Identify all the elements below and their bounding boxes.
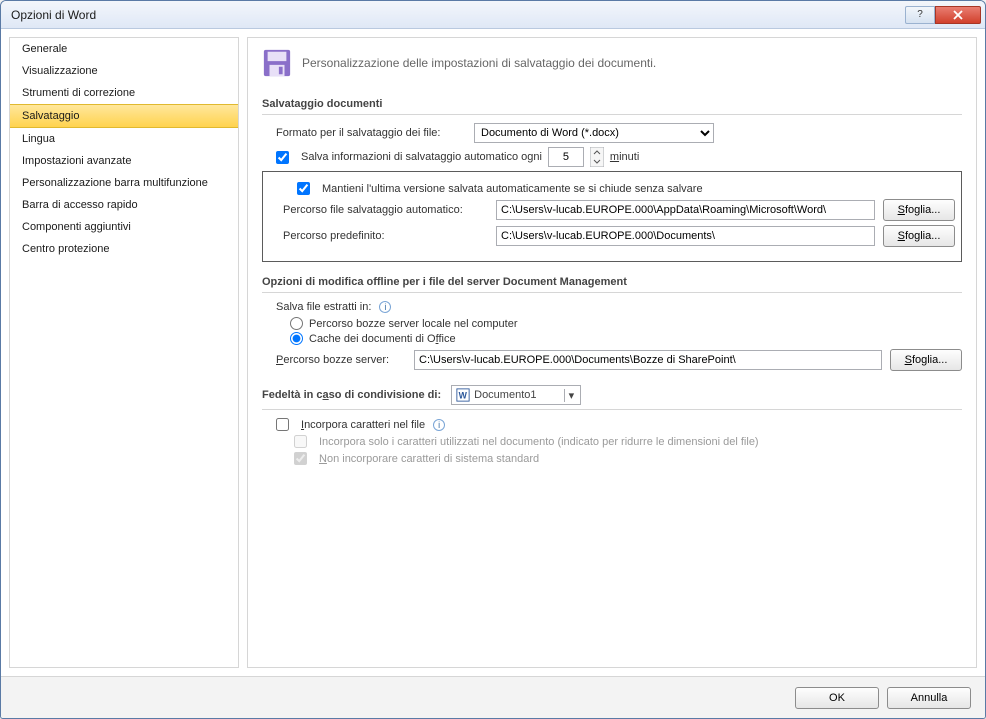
save-extracted-label: Salva file estratti in: bbox=[276, 301, 371, 313]
radio-cache[interactable] bbox=[290, 332, 303, 345]
embed-used-checkbox bbox=[294, 435, 307, 448]
embed-used-label: Incorpora solo i caratteri utilizzati ne… bbox=[319, 436, 759, 448]
highlight-box: Mantieni l'ultima versione salvata autom… bbox=[262, 171, 962, 262]
close-icon bbox=[953, 10, 963, 20]
sidebar-item-generale[interactable]: Generale bbox=[10, 38, 238, 60]
autosave-checkbox[interactable] bbox=[276, 151, 289, 164]
browse-autorecover-button[interactable]: Sfoglia... bbox=[883, 199, 955, 221]
autorecover-path-input[interactable] bbox=[496, 200, 875, 220]
embed-fonts-label: Incorpora caratteri nel file bbox=[301, 419, 425, 431]
info-icon[interactable]: i bbox=[379, 301, 391, 313]
titlebar: Opzioni di Word ? bbox=[1, 1, 985, 29]
sidebar-item-qat[interactable]: Barra di accesso rapido bbox=[10, 194, 238, 216]
cancel-button[interactable]: Annulla bbox=[887, 687, 971, 709]
radio-local[interactable] bbox=[290, 317, 303, 330]
drafts-label: Percorso bozze server: bbox=[276, 354, 406, 366]
autosave-label: Salva informazioni di salvataggio automa… bbox=[301, 147, 639, 167]
sidebar-item-trust[interactable]: Centro protezione bbox=[10, 238, 238, 260]
window-title: Opzioni di Word bbox=[11, 8, 905, 22]
autorecover-path-label: Percorso file salvataggio automatico: bbox=[283, 204, 488, 216]
radio-cache-label: Cache dei documenti di Office bbox=[309, 333, 456, 345]
embed-nosys-label: Non incorporare caratteri di sistema sta… bbox=[319, 453, 539, 465]
default-path-label: Percorso predefinito: bbox=[283, 230, 488, 242]
info-icon-embed[interactable]: i bbox=[433, 419, 445, 431]
sidebar-item-salvataggio[interactable]: Salvataggio bbox=[10, 104, 238, 128]
sidebar-item-avanzate[interactable]: Impostazioni avanzate bbox=[10, 150, 238, 172]
close-button[interactable] bbox=[935, 6, 981, 24]
dialog-footer: OK Annulla bbox=[1, 676, 985, 718]
autosave-minutes[interactable] bbox=[548, 147, 584, 167]
fidelity-doc-select[interactable]: W Documento1 ▾ bbox=[451, 385, 581, 405]
sidebar-item-ribbon[interactable]: Personalizzazione barra multifunzione bbox=[10, 172, 238, 194]
sidebar-item-strumenti[interactable]: Strumenti di correzione bbox=[10, 82, 238, 104]
keep-last-label: Mantieni l'ultima versione salvata autom… bbox=[322, 183, 703, 195]
floppy-icon bbox=[262, 48, 292, 78]
sidebar-item-addins[interactable]: Componenti aggiuntivi bbox=[10, 216, 238, 238]
sidebar-item-lingua[interactable]: Lingua bbox=[10, 128, 238, 150]
embed-nosys-checkbox bbox=[294, 452, 307, 465]
word-doc-icon: W bbox=[456, 388, 470, 402]
group-fidelity: Fedeltà in caso di condivisione di: W Do… bbox=[262, 381, 962, 410]
group-save-docs: Salvataggio documenti bbox=[262, 94, 962, 115]
embed-fonts-checkbox[interactable] bbox=[276, 418, 289, 431]
spinner-icon[interactable] bbox=[590, 147, 604, 167]
format-select[interactable]: Documento di Word (*.docx) bbox=[474, 123, 714, 143]
ok-button[interactable]: OK bbox=[795, 687, 879, 709]
sidebar-item-visualizzazione[interactable]: Visualizzazione bbox=[10, 60, 238, 82]
default-path-input[interactable] bbox=[496, 226, 875, 246]
help-button[interactable]: ? bbox=[905, 6, 935, 24]
content-panel: Personalizzazione delle impostazioni di … bbox=[247, 37, 977, 668]
drafts-path-input[interactable] bbox=[414, 350, 882, 370]
browse-drafts-button[interactable]: Sfoglia... bbox=[890, 349, 962, 371]
browse-default-button[interactable]: Sfoglia... bbox=[883, 225, 955, 247]
group-offline: Opzioni di modifica offline per i file d… bbox=[262, 272, 962, 293]
format-label: Formato per il salvataggio dei file: bbox=[276, 127, 466, 139]
svg-text:W: W bbox=[459, 391, 468, 401]
chevron-down-icon: ▾ bbox=[564, 389, 579, 402]
sidebar: Generale Visualizzazione Strumenti di co… bbox=[9, 37, 239, 668]
page-header: Personalizzazione delle impostazioni di … bbox=[302, 56, 656, 70]
keep-last-checkbox[interactable] bbox=[297, 182, 310, 195]
radio-local-label: Percorso bozze server locale nel compute… bbox=[309, 318, 517, 330]
